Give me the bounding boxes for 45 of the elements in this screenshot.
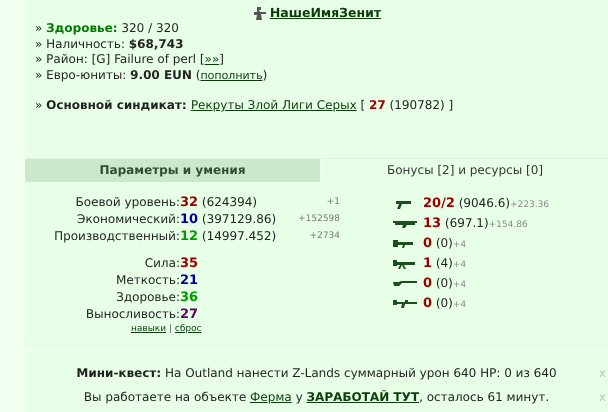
stat-label: Здоровье:: [115, 288, 180, 306]
tab[interactable]: Бонусы [2] и ресурсы [0]: [320, 158, 608, 182]
skill-label: Производственный:: [53, 228, 180, 244]
skill-label: Боевой уровень:: [74, 194, 180, 210]
text-link[interactable]: сброс: [174, 324, 202, 334]
info-line: » Евро-юниты: 9.00 EUN (пополнить): [35, 68, 268, 83]
stat-value: 27: [180, 306, 200, 322]
skill-value: 32 (624394): [180, 194, 258, 210]
tab[interactable]: Параметры и умения: [25, 158, 320, 182]
stat-label: Сила:: [144, 254, 180, 272]
weapon-skill: 20/2 (9046.6)+223.36: [423, 196, 550, 211]
text-link[interactable]: Рекруты Злой Лиги Серых: [190, 98, 357, 112]
skill-gain: +152598: [297, 212, 340, 226]
info-line: » Здоровье: 320 / 320: [35, 21, 180, 36]
profile-name-link[interactable]: НашеИмяЗенит: [270, 5, 382, 20]
notice-text: Мини-квест: На Outland нанести Z-Lands суммарный урон 640 HP: 0 из 640: [76, 366, 557, 380]
rifle-icon: [393, 278, 417, 288]
info-line: » Наличность: $68,743: [35, 36, 184, 52]
info-line: » Район: [G] Failure of perl [»»]: [35, 52, 225, 68]
stat-label: Выносливость:: [84, 306, 180, 322]
skill-gain: +1: [326, 196, 340, 208]
text-link[interactable]: пополнить: [200, 68, 263, 82]
weapon-skill: 13 (697.1)+154.86: [423, 216, 528, 231]
skill-value: 10 (397129.86): [180, 210, 278, 228]
text-link[interactable]: навыки: [131, 324, 166, 334]
stat-value: 35: [180, 254, 200, 272]
weapon-skill: 0 (0)+4: [423, 276, 466, 291]
text-link[interactable]: ЗАРАБОТАЙ ТУТ: [306, 390, 420, 404]
info-line: » Основной синдикат: Рекруты Злой Лиги Серых [ 27 (190782) ]: [35, 98, 454, 114]
notice-text: Вы работаете на объекте Ферма у ЗАРАБОТАЙ ТУТ, осталось 61 минут.: [84, 390, 550, 404]
skill-value: 12 (14997.452): [180, 228, 278, 244]
stat-value: 21: [180, 272, 200, 288]
stat-label: Меткость:: [114, 272, 180, 288]
stat-value: 36: [180, 288, 200, 306]
rifle-icon: [393, 298, 417, 308]
skill-gain: +2734: [308, 230, 340, 242]
weapon-skill: 0 (0)+4: [423, 236, 466, 251]
machine-gun-icon: [393, 258, 417, 268]
weapon-skill: 1 (4)+4: [423, 256, 466, 271]
separator: |: [168, 324, 174, 334]
text-link[interactable]: Ферма: [250, 390, 292, 404]
shotgun-icon: [393, 218, 417, 228]
weapon-skill: 0 (0)+4: [423, 296, 466, 311]
text-link[interactable]: »»: [204, 52, 220, 66]
skill-label: Экономический:: [76, 210, 180, 228]
